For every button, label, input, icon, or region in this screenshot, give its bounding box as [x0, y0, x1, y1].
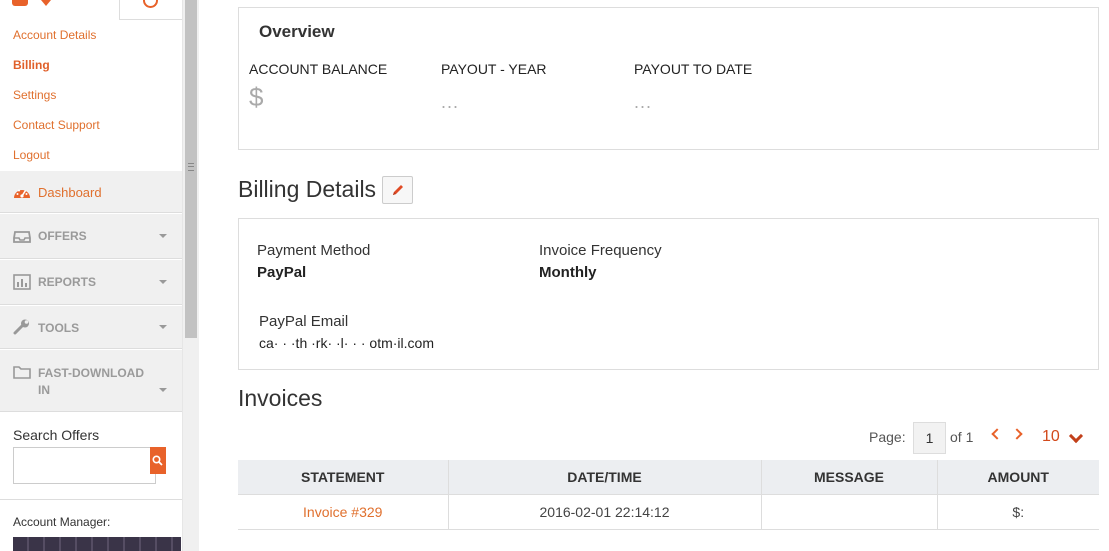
- user-icon[interactable]: [12, 0, 28, 6]
- power-tab[interactable]: [119, 0, 182, 20]
- dashboard-icon: [14, 189, 30, 198]
- account-details-link[interactable]: Account Details: [13, 28, 96, 42]
- billing-details-panel: Payment Method PayPal Invoice Frequency …: [238, 218, 1099, 370]
- account-balance-value: $: [249, 82, 264, 112]
- search-icon: [152, 455, 163, 466]
- invoice-link[interactable]: Invoice #329: [303, 504, 382, 520]
- payout-to-date-label: PAYOUT TO DATE: [634, 61, 753, 77]
- search-offers-title: Search Offers: [13, 427, 100, 443]
- invoice-frequency-value: Monthly: [539, 264, 597, 281]
- column-header-datetime[interactable]: DATE/TIME: [447, 460, 762, 495]
- edit-billing-button[interactable]: [382, 176, 413, 204]
- account-manager-block: Account Manager:: [0, 500, 182, 551]
- invoice-datetime-cell: 2016-02-01 22:14:12: [447, 493, 762, 530]
- nav-tools[interactable]: TOOLS: [0, 305, 182, 349]
- search-offers-block: Search Offers: [0, 412, 182, 500]
- grip-icon: [188, 163, 194, 171]
- caret-down-icon: [159, 280, 167, 284]
- per-page-select[interactable]: 10: [1042, 428, 1060, 446]
- account-balance-label: ACCOUNT BALANCE: [249, 61, 388, 77]
- chevron-down-icon[interactable]: [1068, 428, 1084, 444]
- column-header-statement[interactable]: STATEMENT: [238, 460, 449, 495]
- payment-method-value: PayPal: [257, 264, 307, 281]
- payment-method-label: Payment Method: [257, 242, 371, 259]
- nav-offers-label: OFFERS: [38, 229, 87, 243]
- caret-down-icon: [159, 388, 167, 392]
- column-header-amount[interactable]: AMOUNT: [936, 460, 1099, 495]
- bar-chart-icon: [13, 274, 31, 290]
- payout-to-date-value: ...: [634, 92, 653, 112]
- nav-fast-download-label: FAST-DOWNLOAD: [38, 366, 144, 380]
- invoices-table: STATEMENT DATE/TIME MESSAGE AMOUNT Invoi…: [238, 460, 1099, 530]
- caret-down-icon: [159, 234, 167, 238]
- overview-panel: Overview ACCOUNT BALANCE $ PAYOUT - YEAR…: [238, 7, 1099, 150]
- table-row: Invoice #329 2016-02-01 22:14:12 $:: [238, 493, 1099, 530]
- wrench-icon: [13, 319, 29, 335]
- invoices-title: Invoices: [238, 385, 323, 411]
- caret-down-icon[interactable]: [41, 0, 51, 6]
- pencil-icon: [393, 185, 403, 195]
- nav-tools-label: TOOLS: [38, 321, 80, 335]
- account-menu: Account Details Billing Settings Contact…: [0, 0, 182, 170]
- settings-link[interactable]: Settings: [13, 88, 56, 102]
- sidebar-scrollbar[interactable]: [182, 0, 199, 551]
- nav-reports[interactable]: REPORTS: [0, 259, 182, 305]
- overview-title: Overview: [259, 22, 335, 41]
- prev-page-icon[interactable]: [991, 428, 1003, 440]
- contact-support-link[interactable]: Contact Support: [13, 118, 100, 132]
- account-manager-label: Account Manager:: [13, 515, 111, 529]
- account-manager-photo: [13, 537, 181, 551]
- scrollbar-thumb[interactable]: [185, 0, 197, 338]
- column-header-message[interactable]: MESSAGE: [760, 460, 938, 495]
- nav-offers[interactable]: OFFERS: [0, 213, 182, 259]
- payout-year-label: PAYOUT - YEAR: [441, 61, 547, 77]
- folder-icon: [13, 366, 31, 379]
- invoice-amount-cell: $:: [936, 493, 1099, 530]
- caret-down-icon: [159, 325, 167, 329]
- next-page-icon[interactable]: [1011, 428, 1023, 440]
- invoice-frequency-label: Invoice Frequency: [539, 242, 662, 259]
- nav-fast-download-label-2: IN: [38, 383, 50, 397]
- nav-dashboard-label: Dashboard: [38, 185, 102, 200]
- logout-link[interactable]: Logout: [13, 148, 50, 162]
- inbox-icon: [13, 231, 31, 243]
- table-header-row: STATEMENT DATE/TIME MESSAGE AMOUNT: [238, 460, 1099, 495]
- invoice-statement-cell: Invoice #329: [238, 493, 449, 530]
- page-of-label: of 1: [950, 429, 974, 445]
- power-icon: [143, 0, 158, 8]
- nav-reports-label: REPORTS: [38, 275, 97, 289]
- paypal-email-value: ca· · ·th ·rk· ·l· · · otm·il.com: [259, 335, 434, 351]
- nav-dashboard[interactable]: Dashboard: [0, 170, 182, 213]
- payout-year-value: ...: [441, 92, 460, 112]
- billing-details-title: Billing Details: [238, 176, 377, 202]
- search-button[interactable]: [150, 447, 166, 474]
- page-number-input[interactable]: 1: [913, 422, 946, 454]
- billing-link[interactable]: Billing: [13, 58, 50, 72]
- sidebar: Account Details Billing Settings Contact…: [0, 0, 182, 551]
- page-label: Page:: [869, 429, 906, 445]
- search-input[interactable]: [13, 447, 156, 484]
- invoice-message-cell: [760, 493, 938, 530]
- nav-fast-download[interactable]: FAST-DOWNLOAD IN: [0, 349, 182, 412]
- paypal-email-label: PayPal Email: [259, 313, 349, 330]
